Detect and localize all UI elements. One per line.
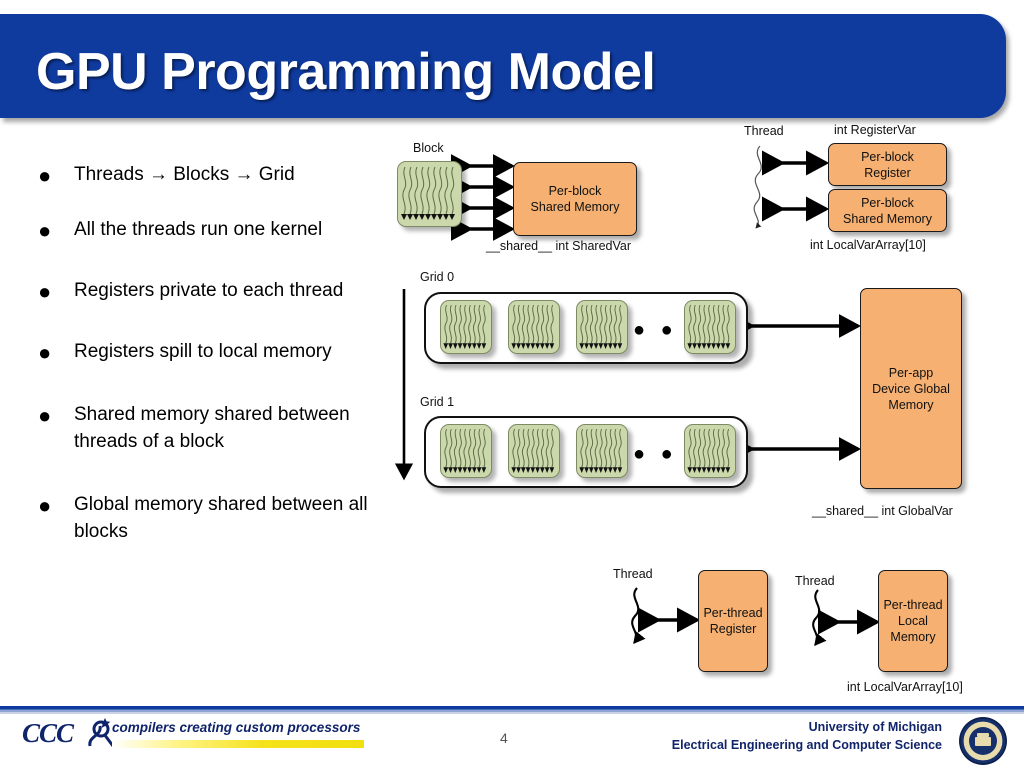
thread-squiggle-pattern-icon xyxy=(443,428,487,473)
thread-label-topright: Thread xyxy=(744,124,784,138)
per-thread-local-line1: Per-thread xyxy=(883,598,943,612)
footer-divider-light xyxy=(0,712,1024,714)
grid0-label: Grid 0 xyxy=(420,270,455,284)
per-thread-local-memory-box: Per-thread Local Memory xyxy=(878,570,948,672)
bullet-text: Shared memory shared between threads of … xyxy=(74,403,350,452)
bullet-text: Global memory shared between all blocks xyxy=(74,493,368,542)
local-var-array-caption-bottom: int LocalVarArray[10] xyxy=(847,680,963,694)
thread-label-bottom-right: Thread xyxy=(795,574,835,588)
page-number: 4 xyxy=(500,730,508,746)
ccc-logo-text: CCC xyxy=(22,718,74,748)
thread-squiggle-pattern-icon xyxy=(401,166,455,220)
grid1-block-1 xyxy=(440,424,492,478)
university-credit: University of Michigan Electrical Engine… xyxy=(672,718,942,754)
grid0-block-last xyxy=(684,300,736,354)
local-var-array-caption-topright: int LocalVarArray[10] xyxy=(810,238,926,252)
list-item: ● Threads → Blocks → Grid xyxy=(30,162,410,189)
shared-box-line2: Shared Memory xyxy=(843,211,932,226)
bullet-text: Registers spill to local memory xyxy=(74,340,332,362)
per-app-device-global-memory-box: Per-app Device Global Memory xyxy=(860,288,962,489)
thread-squiggle-pattern-icon xyxy=(511,304,555,349)
ccc-tagline: compilers creating custom processors xyxy=(112,720,361,735)
grid0-block-2 xyxy=(508,300,560,354)
shared-box-line1: Per-block xyxy=(861,195,914,210)
global-memory-line1: Per-app xyxy=(888,365,934,380)
thread-label-bottom-left: Thread xyxy=(613,567,653,581)
per-thread-register-line1: Per-thread xyxy=(703,606,763,620)
per-block-register-box: Per-block Register xyxy=(828,143,947,186)
bullet-dot-icon: ● xyxy=(38,492,52,518)
bullet-text: All the threads run one kernel xyxy=(74,218,323,240)
bullet-dot-icon: ● xyxy=(38,278,52,304)
bullet-text: Registers private to each thread xyxy=(74,279,344,301)
per-thread-register-box: Per-thread Register xyxy=(698,570,768,672)
register-box-line1: Per-block xyxy=(861,149,914,164)
global-memory-line2: Device Global xyxy=(872,381,950,396)
grid1-block-3 xyxy=(576,424,628,478)
thread-squiggle-pattern-icon xyxy=(579,428,623,473)
register-box-line2: Register xyxy=(864,165,911,180)
bullet-dot-icon: ● xyxy=(38,163,52,188)
per-block-shared-memory-box: Per-block Shared Memory xyxy=(513,162,637,236)
thread-squiggle-pattern-icon xyxy=(443,304,487,349)
shared-memory-line2: Shared Memory xyxy=(530,200,620,214)
thread-squiggle-pattern-icon xyxy=(579,304,623,349)
list-item: ● Shared memory shared between threads o… xyxy=(30,402,410,456)
list-item: ● Registers spill to local memory xyxy=(30,339,410,366)
thread-squiggle-pattern-icon xyxy=(511,428,555,473)
bullet-dot-icon: ● xyxy=(38,339,52,365)
global-memory-line3: Memory xyxy=(888,397,934,412)
per-thread-local-line2: Local xyxy=(898,614,928,628)
per-block-shared-memory-box-topright: Per-block Shared Memory xyxy=(828,189,947,232)
shared-var-caption: __shared__ int SharedVar xyxy=(486,239,632,253)
bullet-text: Threads → Blocks → Grid xyxy=(74,164,295,185)
bullet-dot-icon: ● xyxy=(38,217,52,243)
list-item: ● Registers private to each thread xyxy=(30,278,410,305)
global-var-caption: __shared__ int GlobalVar xyxy=(812,504,953,518)
register-var-caption: int RegisterVar xyxy=(834,123,916,137)
slide-canvas: GPU Programming Model ● Threads → Blocks… xyxy=(0,0,1024,768)
grid1-block-last xyxy=(684,424,736,478)
shared-memory-line1: Per-block xyxy=(548,184,602,198)
thread-block-green xyxy=(397,161,462,227)
grid1-block-2 xyxy=(508,424,560,478)
list-item: ● All the threads run one kernel xyxy=(30,217,410,244)
block-label: Block xyxy=(413,141,444,155)
grid0-block-1 xyxy=(440,300,492,354)
page-title: GPU Programming Model xyxy=(36,43,656,101)
university-line-2: Electrical Engineering and Computer Scie… xyxy=(671,738,942,753)
university-seal-icon xyxy=(959,717,1007,765)
bullet-list: ● Threads → Blocks → Grid ● All the thre… xyxy=(30,162,410,574)
university-line-1: University of Michigan xyxy=(808,720,942,734)
slide-title-bar: GPU Programming Model xyxy=(0,14,1006,118)
bullet-dot-icon: ● xyxy=(38,402,52,428)
per-thread-register-line2: Register xyxy=(709,622,757,636)
thread-squiggle-pattern-icon xyxy=(687,428,731,473)
per-thread-local-line3: Memory xyxy=(890,630,936,644)
ccc-underline-bar xyxy=(112,740,364,748)
grid0-block-3 xyxy=(576,300,628,354)
grid1-label: Grid 1 xyxy=(420,395,455,409)
thread-squiggle-pattern-icon xyxy=(687,304,731,349)
list-item: ● Global memory shared between all block… xyxy=(30,492,410,546)
